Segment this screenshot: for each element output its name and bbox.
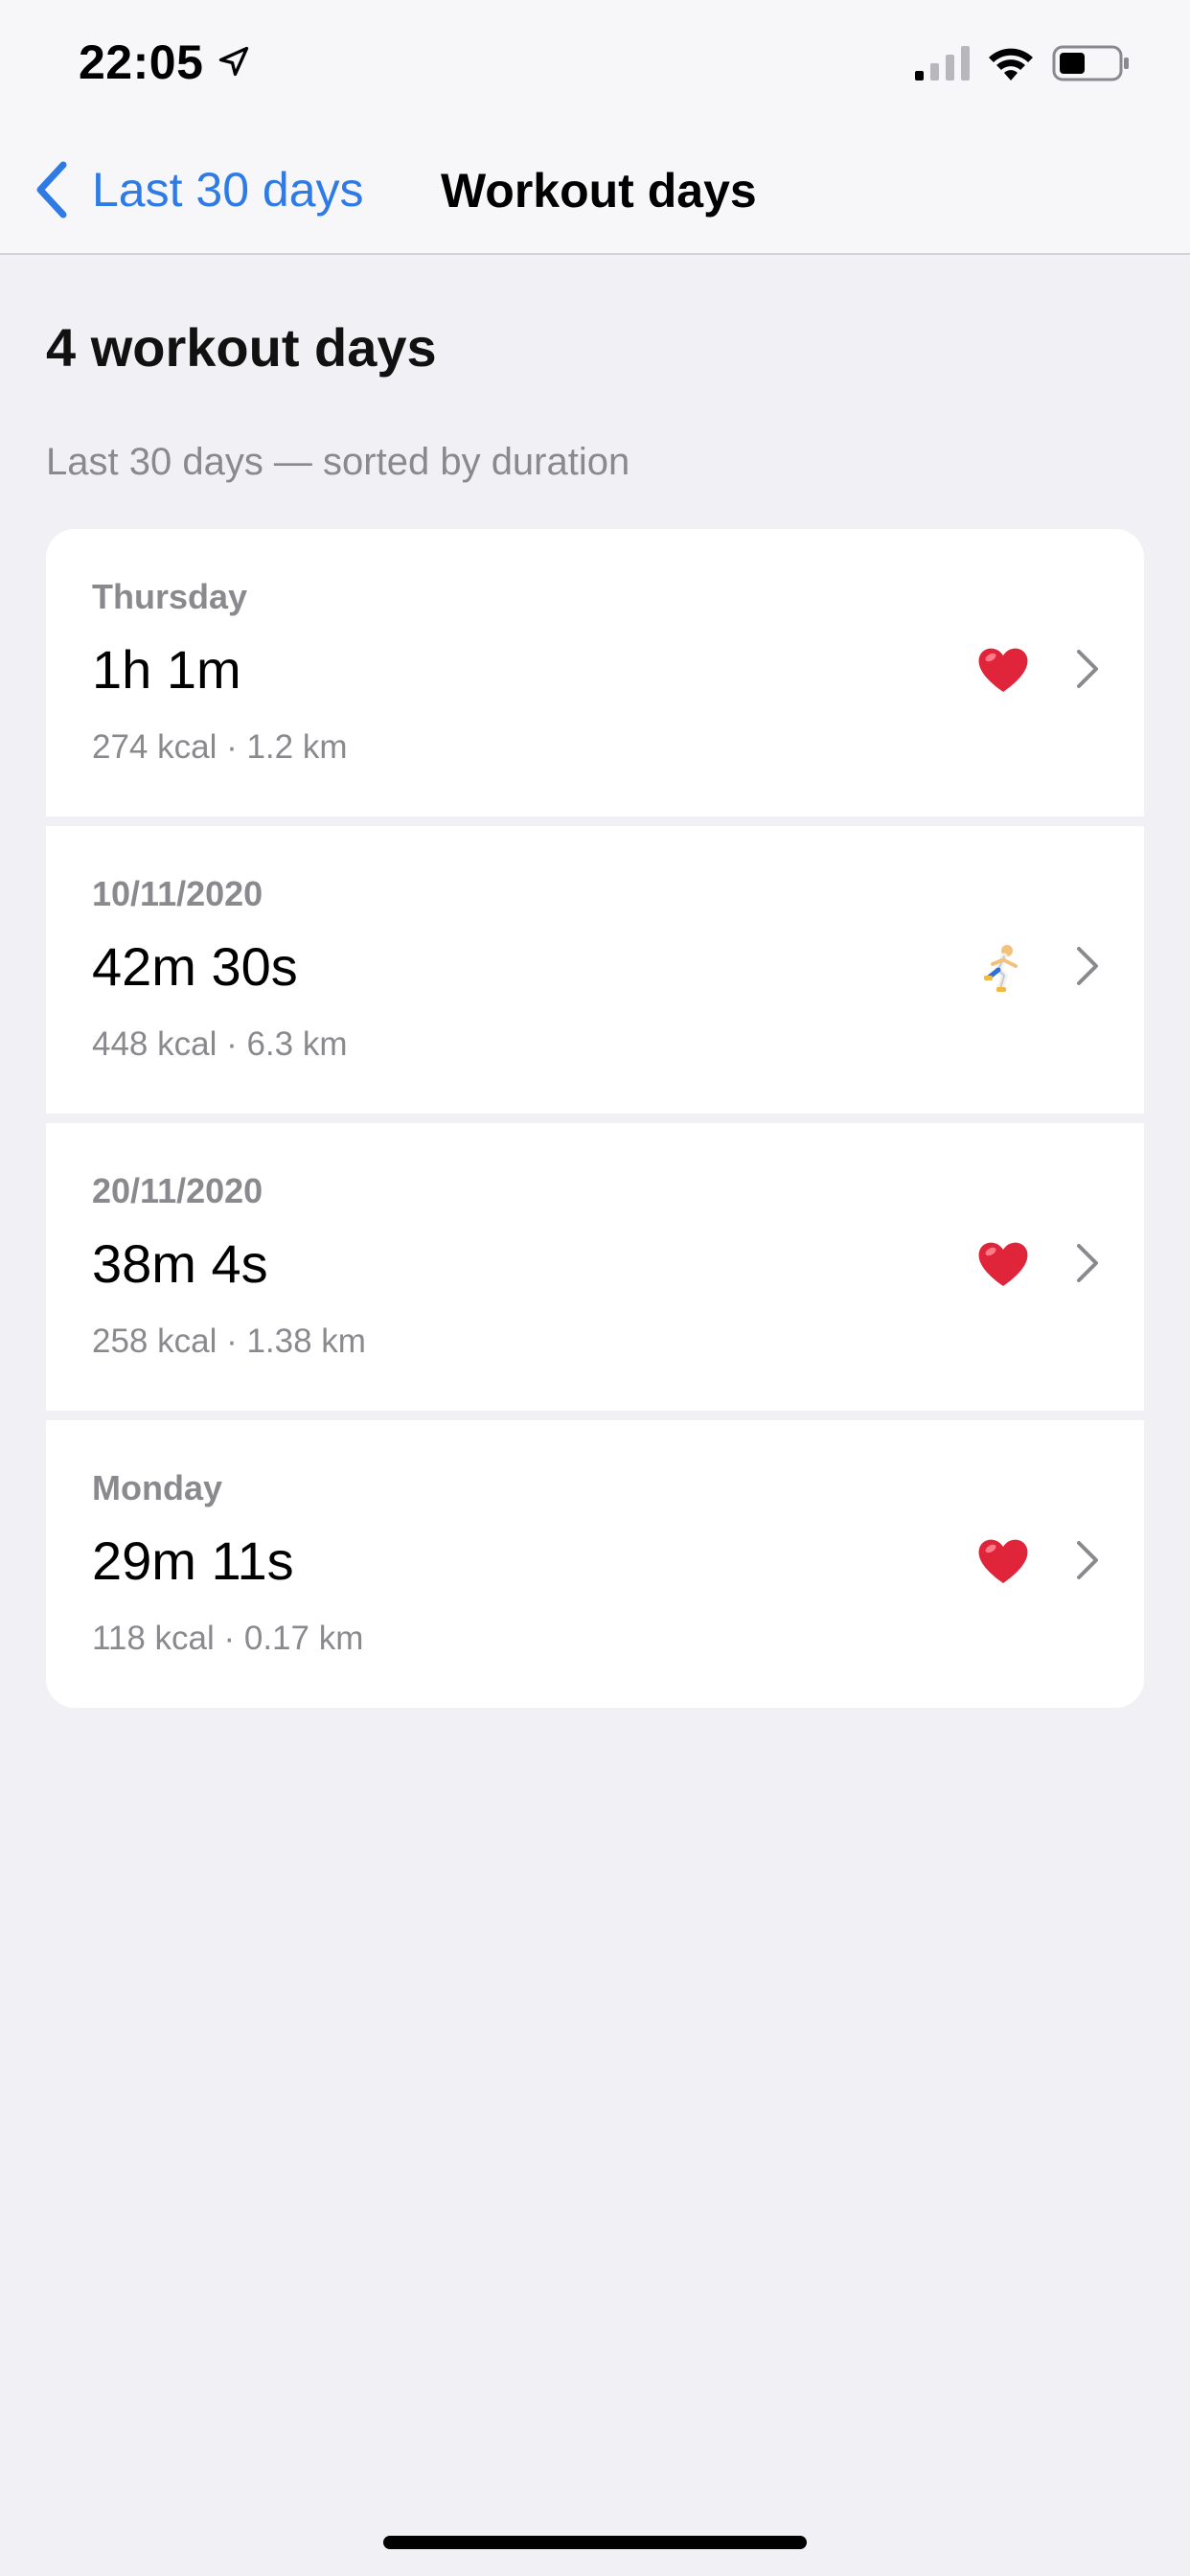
workout-detail: 448 kcal · 6.3 km bbox=[92, 1025, 348, 1063]
nav-title: Workout days bbox=[441, 164, 757, 218]
heart-icon bbox=[978, 1242, 1028, 1286]
chevron-left-icon bbox=[36, 161, 67, 218]
workout-row[interactable]: 20/11/2020 38m 4s 258 kcal · 1.38 km bbox=[46, 1123, 1144, 1411]
signal-icon bbox=[915, 46, 970, 80]
workout-row[interactable]: 10/11/2020 42m 30s 448 kcal · 6.3 km bbox=[46, 826, 1144, 1114]
workout-day: Thursday bbox=[92, 577, 248, 616]
page-subtitle: Last 30 days — sorted by duration bbox=[46, 441, 630, 483]
workout-detail: 274 kcal · 1.2 km bbox=[92, 728, 348, 766]
runner-icon bbox=[984, 945, 1018, 993]
workout-duration: 38m 4s bbox=[92, 1233, 268, 1294]
row-separator bbox=[46, 816, 1144, 826]
status-time: 22:05 bbox=[79, 35, 204, 89]
page-heading: 4 workout days bbox=[46, 317, 437, 378]
workout-row[interactable]: Monday 29m 11s 118 kcal · 0.17 km bbox=[46, 1420, 1144, 1708]
home-indicator[interactable] bbox=[383, 2536, 807, 2549]
screen: 22:05 Last 30 days Workout days 4 workou… bbox=[0, 0, 1190, 2576]
wifi-icon bbox=[989, 48, 1033, 80]
back-button[interactable]: Last 30 days bbox=[34, 159, 364, 220]
chevron-right-icon bbox=[1077, 1541, 1098, 1579]
workout-duration: 1h 1m bbox=[92, 639, 241, 700]
row-separator bbox=[46, 1411, 1144, 1420]
heart-icon bbox=[978, 1539, 1028, 1583]
workout-duration: 42m 30s bbox=[92, 936, 298, 997]
workout-detail: 118 kcal · 0.17 km bbox=[92, 1620, 364, 1657]
heart-icon bbox=[978, 648, 1028, 692]
row-separator bbox=[46, 1114, 1144, 1123]
battery-icon bbox=[1052, 45, 1129, 81]
workout-day: 20/11/2020 bbox=[92, 1171, 263, 1210]
status-bar: 22:05 bbox=[0, 0, 1190, 125]
workout-day: Monday bbox=[92, 1468, 223, 1507]
location-arrow-icon bbox=[218, 46, 249, 77]
workout-day: 10/11/2020 bbox=[92, 874, 263, 913]
workout-detail: 258 kcal · 1.38 km bbox=[92, 1322, 366, 1360]
workout-row[interactable]: Thursday 1h 1m 274 kcal · 1.2 km bbox=[46, 529, 1144, 816]
back-button-label: Last 30 days bbox=[92, 163, 364, 217]
chevron-right-icon bbox=[1077, 947, 1098, 985]
workout-list: Thursday 1h 1m 274 kcal · 1.2 km 10/11/2… bbox=[46, 529, 1144, 1708]
chevron-right-icon bbox=[1077, 650, 1098, 688]
workout-duration: 29m 11s bbox=[92, 1530, 294, 1591]
chevron-right-icon bbox=[1077, 1244, 1098, 1282]
navigation-bar: Last 30 days Workout days bbox=[0, 125, 1190, 255]
